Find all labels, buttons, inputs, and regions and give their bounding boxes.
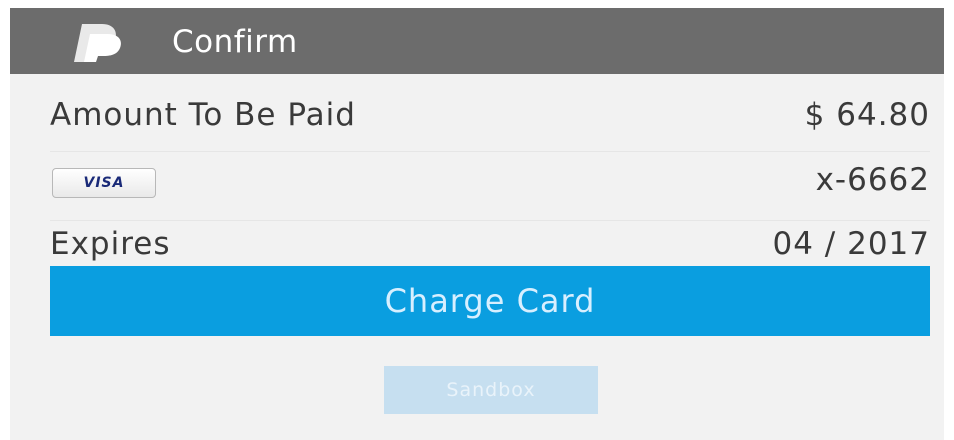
expires-value: 04 / 2017 — [772, 226, 930, 262]
app-header: Confirm — [10, 8, 944, 74]
paypal-logo-icon — [68, 22, 128, 64]
amount-label: Amount To Be Paid — [50, 97, 356, 133]
expires-row: Expires 04 / 2017 — [50, 226, 930, 266]
charge-card-button[interactable]: Charge Card — [50, 266, 930, 336]
card-row: VISA x-6662 — [50, 152, 930, 221]
amount-value: $ 64.80 — [804, 97, 930, 133]
header-title: Confirm — [172, 24, 298, 60]
payment-confirm-screen: Confirm Amount To Be Paid $ 64.80 VISA x… — [10, 8, 944, 440]
amount-row: Amount To Be Paid $ 64.80 — [50, 91, 930, 152]
visa-card-icon: VISA — [52, 168, 156, 198]
sandbox-badge: Sandbox — [384, 366, 598, 414]
expires-label: Expires — [50, 226, 171, 262]
card-number: x-6662 — [815, 162, 930, 198]
